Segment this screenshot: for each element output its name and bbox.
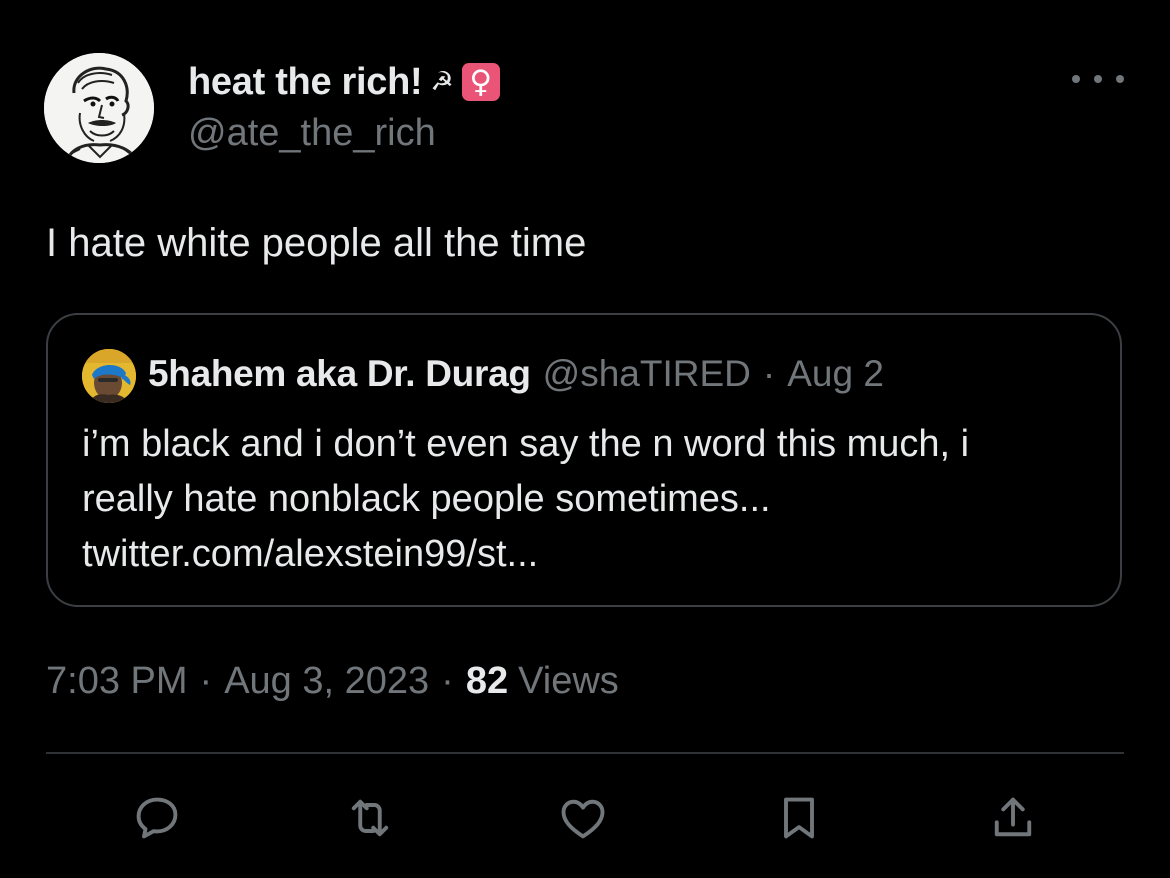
hammer-sickle-icon: ☭ — [430, 67, 454, 97]
separator-dot: · — [441, 660, 454, 702]
like-button[interactable] — [555, 790, 611, 846]
more-options-button[interactable] — [1072, 62, 1124, 96]
author-name-row: heat the rich! ☭ ♀ — [188, 58, 500, 106]
quoted-tweet-line: i’m black and i don’t even say the n wor… — [82, 423, 970, 465]
more-dot-icon — [1072, 75, 1080, 83]
separator-dot: · — [762, 353, 776, 394]
quoted-author-display-name[interactable]: 5hahem aka Dr. Durag — [148, 353, 531, 395]
quoted-tweet-header: 5hahem aka Dr. Durag @shaTIRED · Aug 2 — [148, 353, 884, 395]
views-count: 82 — [465, 660, 509, 702]
bookmark-icon — [784, 797, 814, 839]
tweet-date[interactable]: Aug 3, 2023 — [224, 660, 429, 703]
author-handle[interactable]: @ate_the_rich — [188, 112, 436, 155]
quoted-tweet-link[interactable]: twitter.com/alexstein99/st... — [82, 527, 1102, 582]
separator-dot: · — [199, 660, 213, 702]
quoted-tweet-card[interactable]: 5hahem aka Dr. Durag @shaTIRED · Aug 2 i… — [46, 313, 1122, 607]
female-sign-icon: ♀ — [461, 63, 500, 101]
quoted-author-avatar[interactable] — [82, 349, 136, 403]
tweet-time[interactable]: 7:03 PM — [46, 660, 188, 703]
more-dot-icon — [1116, 75, 1124, 83]
bookmark-button[interactable] — [771, 790, 827, 846]
quoted-tweet-text: i’m black and i don’t even say the n wor… — [82, 417, 1102, 582]
divider — [46, 752, 1124, 754]
quoted-tweet-date[interactable]: Aug 2 — [787, 353, 884, 395]
share-icon — [994, 797, 1032, 837]
sketch-portrait-icon — [44, 53, 154, 163]
photo-avatar-icon — [82, 349, 136, 403]
tweet-text: I hate white people all the time — [46, 221, 587, 265]
quoted-tweet-line: really hate nonblack people sometimes... — [82, 478, 771, 520]
like-icon — [561, 799, 605, 839]
views-label: Views — [518, 660, 619, 702]
tweet-meta-row: 7:03 PM · Aug 3, 2023 · 82 Views — [46, 660, 619, 703]
more-dot-icon — [1094, 75, 1102, 83]
share-button[interactable] — [985, 790, 1041, 846]
author-display-name[interactable]: heat the rich! — [188, 61, 423, 104]
author-avatar[interactable] — [44, 53, 154, 163]
retweet-icon — [351, 799, 389, 837]
retweet-button[interactable] — [342, 790, 398, 846]
quoted-author-handle[interactable]: @shaTIRED — [543, 353, 751, 395]
reply-icon — [136, 797, 178, 839]
reply-button[interactable] — [129, 790, 185, 846]
